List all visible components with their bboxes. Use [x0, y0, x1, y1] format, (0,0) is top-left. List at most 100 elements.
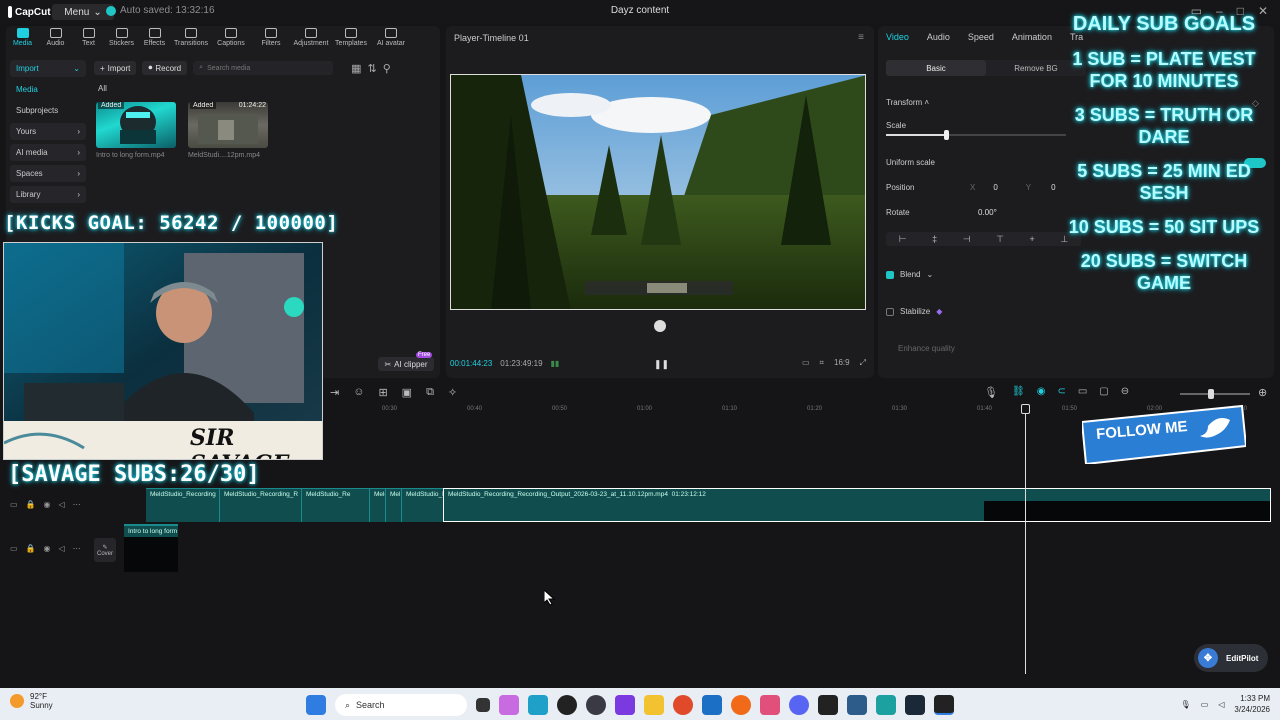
crop-icon[interactable]: ⌗	[820, 358, 825, 368]
person-icon[interactable]: ☺	[353, 386, 364, 399]
tab-adjustment[interactable]: Adjustment	[291, 26, 331, 52]
app-icon[interactable]	[615, 695, 635, 715]
import-button[interactable]: + Import	[94, 61, 137, 75]
preview-icon[interactable]: ▢	[1099, 386, 1108, 397]
file-explorer-icon[interactable]	[644, 695, 664, 715]
timeline-clip[interactable]: Mel	[386, 489, 402, 522]
clip-group[interactable]: MeldStudio_Recording MeldStudio_Recording…	[146, 488, 444, 522]
track-icon[interactable]: ▭	[10, 544, 18, 553]
timeline-clip[interactable]: Meldt	[370, 489, 386, 522]
app-icon[interactable]	[702, 695, 722, 715]
pause-button[interactable]: ❚❚	[654, 359, 669, 370]
more-icon[interactable]: ⋯	[73, 500, 81, 509]
lock-icon[interactable]: 🔒	[26, 500, 36, 509]
transform-heading[interactable]: Transform ˄	[886, 98, 929, 107]
all-filter-label[interactable]: All	[98, 84, 107, 93]
menu-button[interactable]: Menu ⌄	[52, 4, 114, 20]
sidebar-item-media[interactable]: Media	[10, 81, 86, 98]
intro-clip[interactable]: Intro to long form	[124, 524, 178, 572]
lock-icon[interactable]: 🔒	[26, 544, 36, 553]
capcut-icon[interactable]	[818, 695, 838, 715]
microphone-icon[interactable]: 🎙	[984, 386, 998, 399]
stabilize-row[interactable]: Stabilize ◆	[886, 307, 942, 316]
zoom-slider-knob[interactable]	[1208, 389, 1214, 399]
app-icon[interactable]	[557, 695, 577, 715]
weather-widget[interactable]: 92°F Sunny	[10, 692, 53, 710]
align-middle-icon[interactable]: +	[1030, 234, 1035, 244]
scale-slider[interactable]	[886, 130, 1066, 140]
timeline-clip[interactable]: MeldStudio_Recor	[402, 489, 444, 522]
windows-start-icon[interactable]	[306, 695, 326, 715]
media-item[interactable]: Added Intro to long form.mp4	[96, 102, 176, 159]
tab-templates[interactable]: Templates	[331, 26, 371, 52]
sidebar-item-yours[interactable]: Yours ›	[10, 123, 86, 140]
fullscreen-icon[interactable]: ⤢	[860, 358, 866, 368]
y-input[interactable]: 0	[1051, 183, 1055, 192]
app-icon[interactable]	[847, 695, 867, 715]
x-input[interactable]: 0	[993, 183, 997, 192]
eye-icon[interactable]: ◉	[44, 500, 51, 509]
chrome-icon[interactable]	[673, 695, 693, 715]
desktop-icon[interactable]	[528, 695, 548, 715]
taskbar-search[interactable]: ⌕ Search	[335, 694, 467, 716]
timeline-clip[interactable]: MeldStudio_Recording	[146, 489, 220, 522]
sidebar-item-spaces[interactable]: Spaces ›	[10, 165, 86, 182]
track-icon[interactable]: ▭	[10, 500, 18, 509]
tab-video[interactable]: Video	[886, 32, 909, 42]
editpilot-button[interactable]: ✥ EditPilot	[1194, 644, 1268, 672]
main-clip[interactable]: MeldStudio_Recording_Recording_Output_20…	[443, 488, 1271, 522]
tab-animation[interactable]: Animation	[1012, 32, 1052, 42]
enhance-quality-label[interactable]: Enhance quality	[898, 344, 955, 353]
search-input[interactable]: ⌕ Search media	[193, 61, 334, 75]
tab-transitions[interactable]: Transitions	[171, 26, 211, 52]
video-preview[interactable]	[450, 74, 866, 310]
crop-icon[interactable]: ▣	[402, 386, 412, 399]
tab-text[interactable]: Text	[72, 26, 105, 52]
app-icon[interactable]	[876, 695, 896, 715]
sidebar-item-ai-media[interactable]: AI media ›	[10, 144, 86, 161]
caption-icon[interactable]: ▭	[1078, 386, 1087, 397]
hamburger-menu-icon[interactable]: ≡	[858, 32, 864, 43]
blend-checkbox[interactable]	[886, 270, 894, 279]
record-button[interactable]: ⏺ Record	[142, 61, 188, 75]
network-icon[interactable]: ▭	[1201, 700, 1209, 709]
grid-view-icon[interactable]: ▦	[351, 62, 361, 75]
timeline-clip[interactable]: MeldStudio_Re	[302, 489, 370, 522]
zoom-in-icon[interactable]: ⊕	[1258, 386, 1267, 399]
zoom-out-icon[interactable]: ⊖	[1121, 386, 1129, 397]
clock[interactable]: 1:33 PM 3/24/2026	[1234, 693, 1270, 715]
magnet-icon[interactable]: ⊂	[1057, 386, 1065, 397]
tab-audio[interactable]: Audio	[927, 32, 950, 42]
media-item[interactable]: Added 01:24:22 MeldStudi....12pm.mp4	[188, 102, 268, 159]
fullscreen-preview-icon[interactable]	[654, 320, 666, 332]
tab-filters[interactable]: Filters	[251, 26, 291, 52]
tab-captions[interactable]: Captions	[211, 26, 251, 52]
aspect-ratio-button[interactable]: 16:9	[834, 358, 850, 368]
sidebar-item-library[interactable]: Library ›	[10, 186, 86, 203]
align-center-icon[interactable]: ‡	[932, 234, 937, 244]
align-right-icon[interactable]: ⊣	[963, 234, 971, 245]
sidebar-item-import[interactable]: Import ⌄	[10, 60, 86, 77]
blend-row[interactable]: Blend ⌄	[886, 270, 933, 279]
align-top-icon[interactable]: ⊤	[996, 234, 1004, 245]
link-icon[interactable]: ⛓	[1012, 386, 1025, 397]
tab-stickers[interactable]: Stickers	[105, 26, 138, 52]
speaker-icon[interactable]: ◁	[59, 500, 65, 509]
task-view-icon[interactable]	[476, 698, 490, 712]
steam-icon[interactable]	[905, 695, 925, 715]
microphone-icon[interactable]: 🎙	[1181, 700, 1191, 709]
discord-icon[interactable]	[789, 695, 809, 715]
rotate-input[interactable]: 0.00°	[978, 208, 997, 217]
cover-button[interactable]: ✎ Cover	[94, 538, 116, 562]
ai-clipper-button[interactable]: ✂ AI clipper	[378, 357, 434, 371]
app-icon[interactable]	[586, 695, 606, 715]
speaker-icon[interactable]: ◁	[59, 544, 65, 553]
tab-ai-avatar[interactable]: AI avatar	[371, 26, 411, 52]
magic-icon[interactable]: ✧	[448, 386, 457, 399]
quality-icon[interactable]: ▭	[802, 358, 810, 368]
tab-audio[interactable]: Audio	[39, 26, 72, 52]
filter-icon[interactable]: ⚲	[383, 62, 391, 75]
volume-icon[interactable]: ◁	[1218, 700, 1224, 709]
copilot-icon[interactable]	[499, 695, 519, 715]
timeline-clip[interactable]: MeldStudio_Recording_R	[220, 489, 302, 522]
